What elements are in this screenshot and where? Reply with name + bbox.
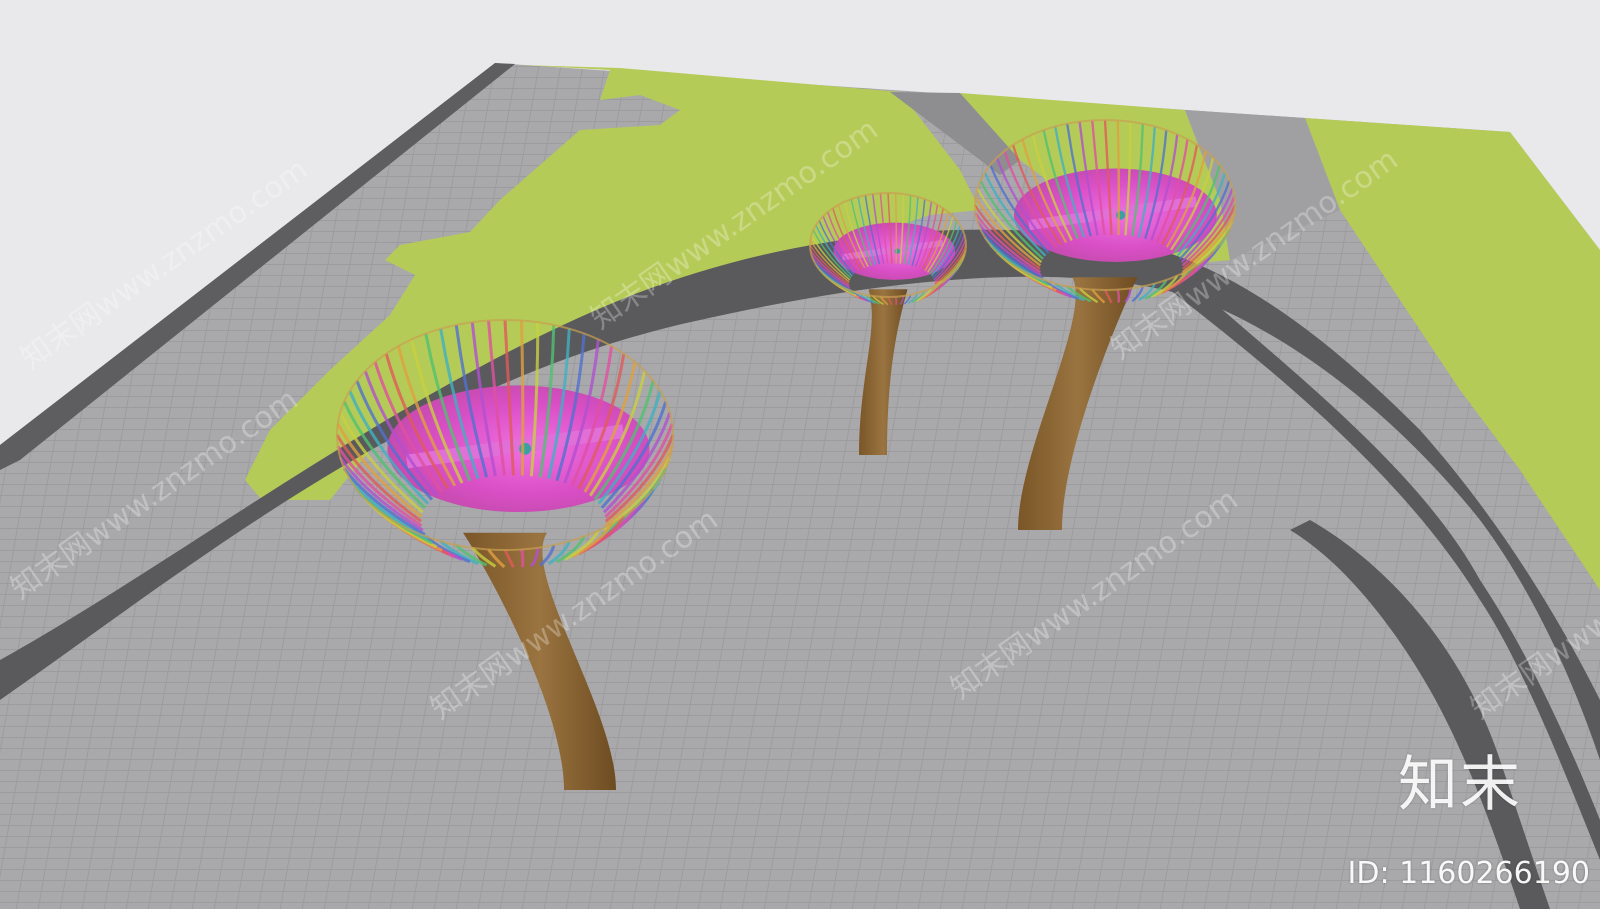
canopy-rib [1116,289,1120,303]
canopy-center-dot [1116,210,1126,220]
watermark-logo: 知末 [1398,750,1522,820]
model-viewport[interactable]: 知末网www.znzmo.com 知末网www.znzmo.com 知末网www.z… [0,0,1600,909]
scene-render: 知末网www.znzmo.com 知末网www.znzmo.com 知末网www.z… [0,63,1600,909]
canopy-center-dot [894,248,901,254]
watermark-id: ID: 1160266190 [1347,856,1590,891]
canopy-rib [894,193,898,264]
canopy-center-dot [519,442,532,455]
canopy-rib [1116,120,1120,235]
canopy-rib [519,320,525,476]
canopy-rib [894,296,898,305]
canopy-rib [519,549,525,568]
